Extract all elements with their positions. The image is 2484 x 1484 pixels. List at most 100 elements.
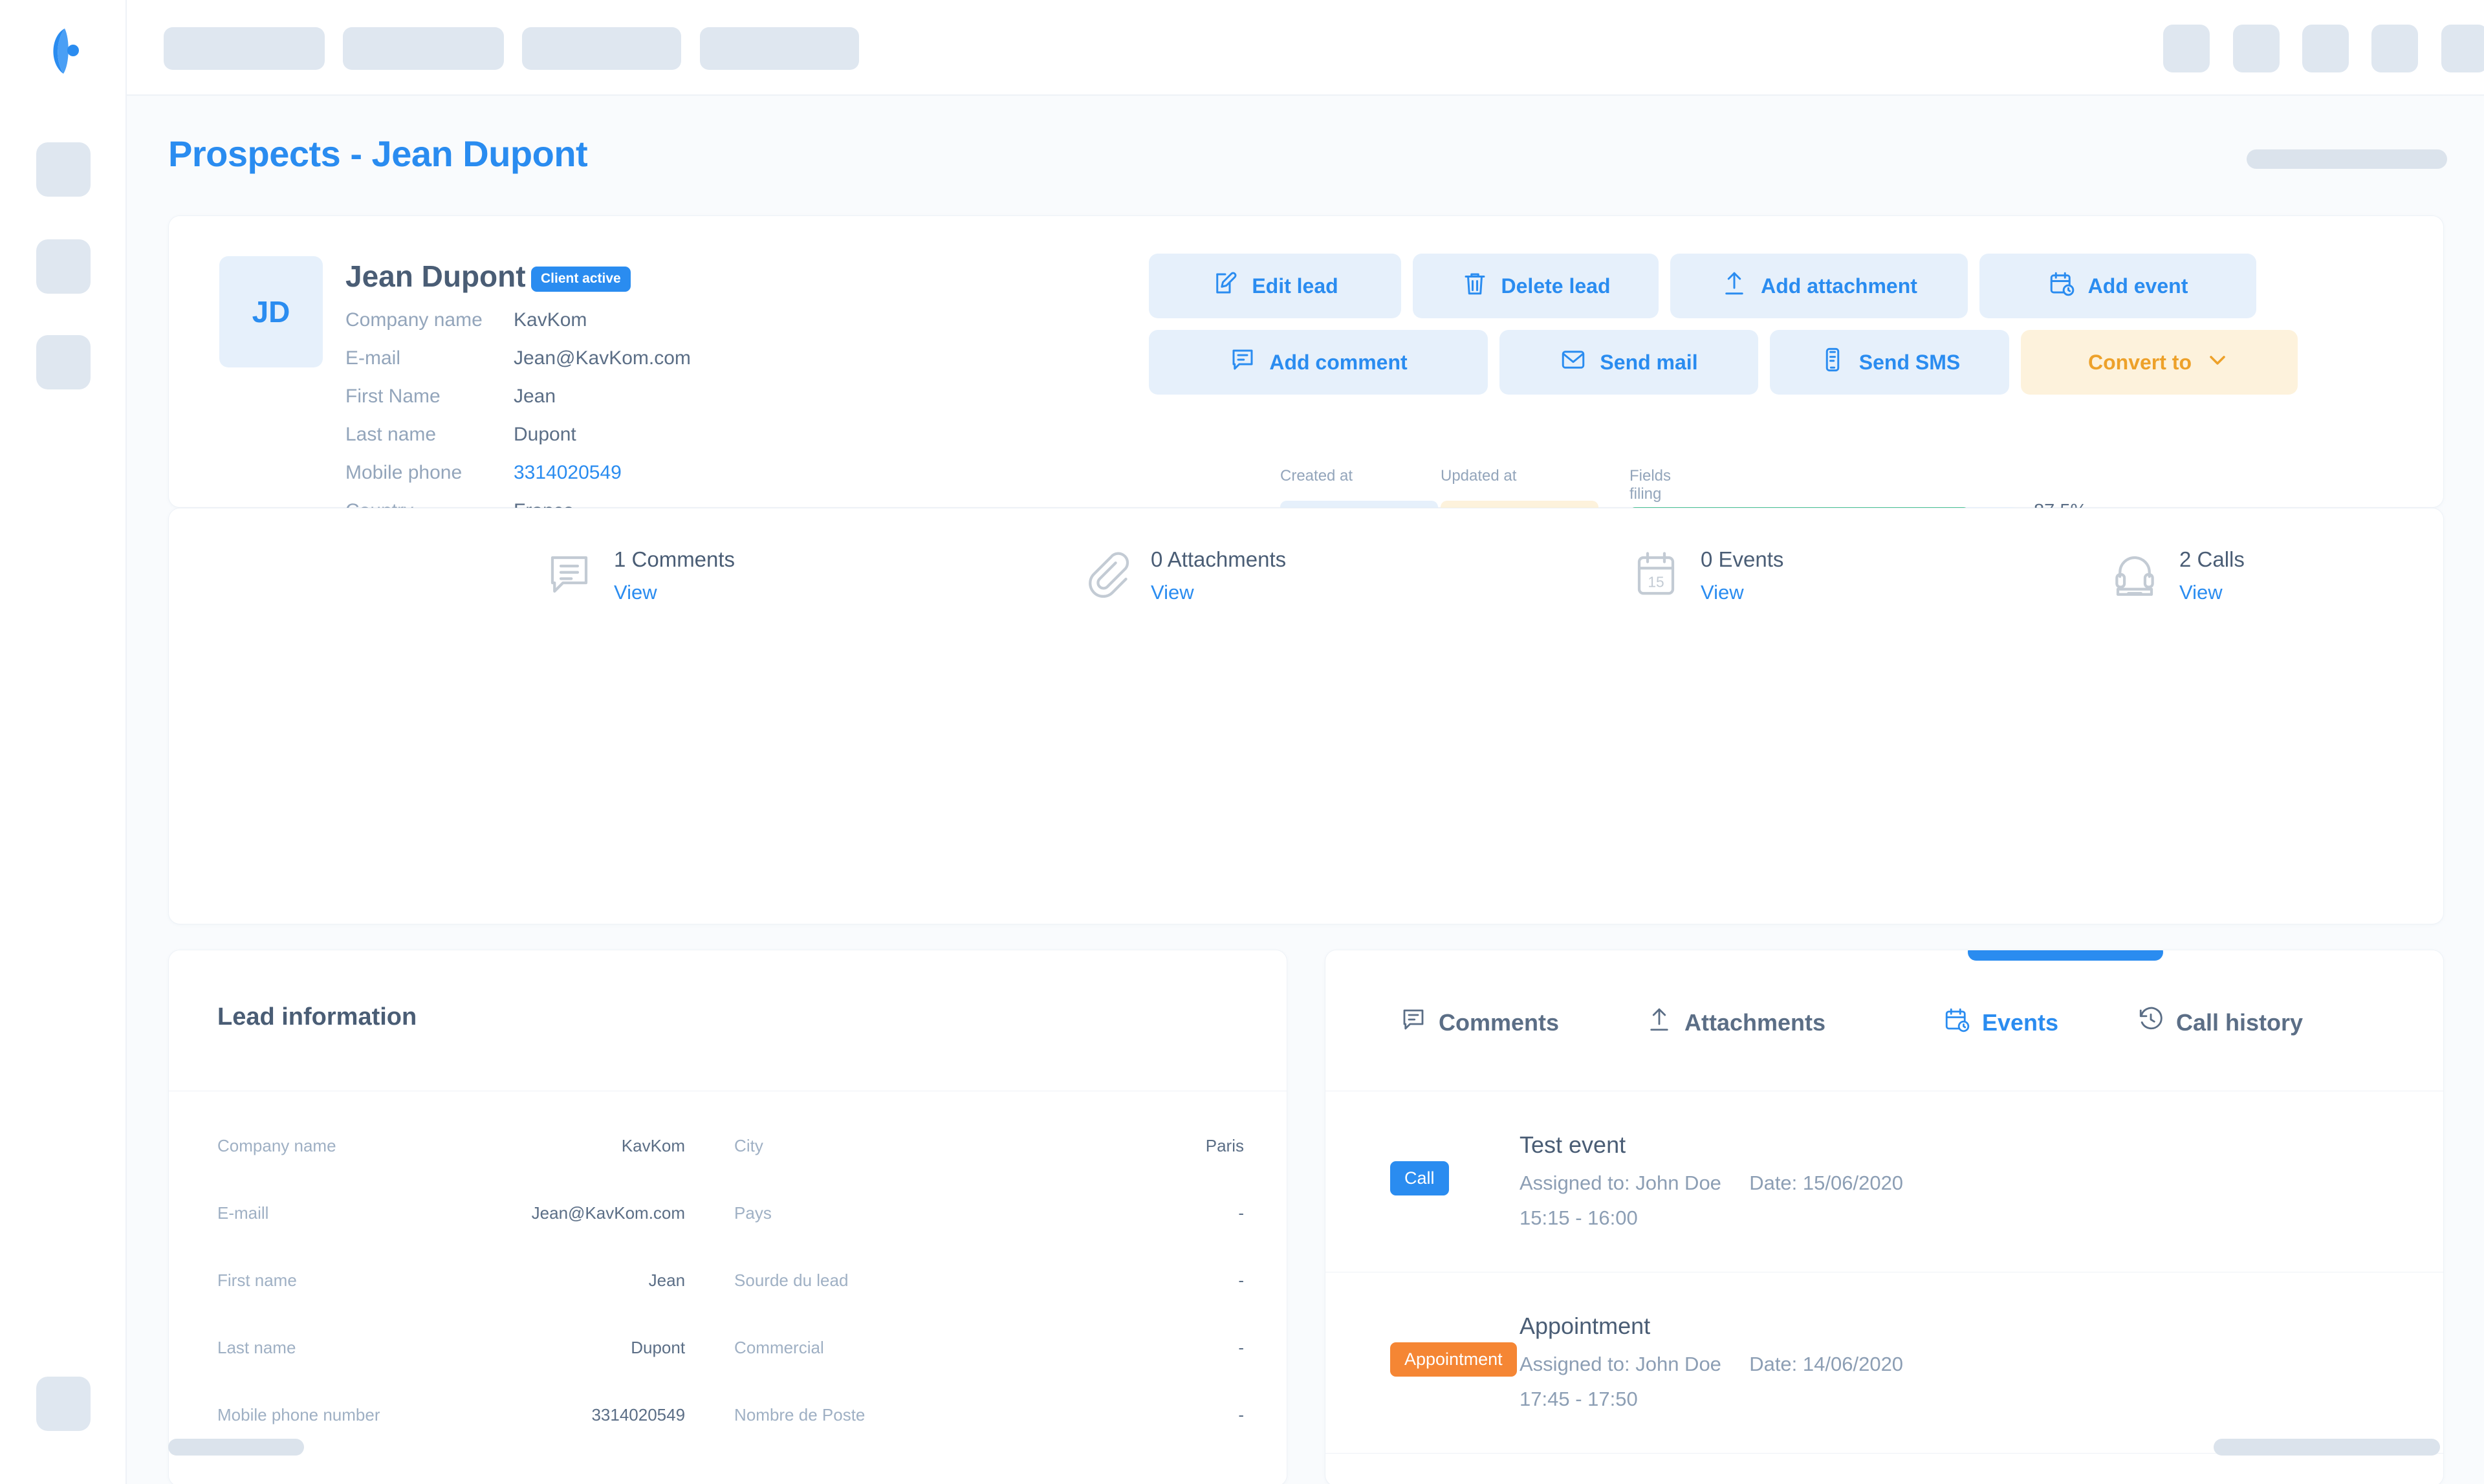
table-row: E-maill Jean@KavKom.com Pays -: [169, 1179, 1287, 1247]
table-row: Last name Dupont Commercial -: [169, 1314, 1287, 1381]
upload-icon: [1721, 270, 1748, 302]
rail-placeholder-1[interactable]: [36, 142, 91, 197]
calendar-icon: 15: [1631, 549, 1681, 603]
stat-comments-count: 1 Comments: [614, 547, 735, 571]
lead-field-row: First Name Jean: [345, 386, 876, 424]
tab-events-label: Events: [1982, 1009, 2059, 1036]
chevron-down-icon: [2205, 347, 2230, 378]
info-value: -: [1238, 1472, 1244, 1484]
nav-placeholder-2[interactable]: [343, 27, 504, 70]
info-value: 3314020549: [591, 1404, 686, 1424]
header-placeholder-bar: [2247, 149, 2447, 169]
lead-field-key: Company name: [345, 309, 483, 331]
comment-icon: [1229, 346, 1256, 378]
fields-filing-group: Fields filing 87,5%: [1629, 467, 2087, 521]
stat-events-view-link[interactable]: View: [1701, 581, 1783, 604]
top-navigation-bar: [127, 0, 2484, 96]
history-icon: [2137, 1006, 2164, 1039]
headset-icon: [2109, 549, 2160, 603]
info-value: -: [1238, 1337, 1244, 1357]
rail-placeholder-2[interactable]: [36, 239, 91, 294]
info-key: Company name: [217, 1135, 336, 1155]
tab-events[interactable]: Events: [1943, 1006, 2058, 1039]
nav-placeholder-4[interactable]: [700, 27, 859, 70]
edit-lead-label: Edit lead: [1252, 274, 1338, 298]
toolbar-placeholder-5[interactable]: [2441, 25, 2484, 72]
event-date: Date: 15/06/2020: [1749, 1172, 1904, 1194]
active-tab-indicator: [1968, 950, 2163, 961]
event-title: Test event: [1520, 1131, 1626, 1158]
send-sms-button[interactable]: Send SMS: [1770, 330, 2009, 395]
avatar: JD: [219, 256, 323, 367]
tab-call-history[interactable]: Call history: [2137, 1006, 2303, 1039]
activity-tabs-header: Comments Attachments Events Call history: [1325, 950, 2443, 1091]
info-value: Jean@KavKom.com: [531, 1203, 686, 1223]
stat-calls-view-link[interactable]: View: [2179, 581, 2245, 604]
lead-field-row: Last name Dupont: [345, 424, 876, 462]
stat-attachments: 0 Attachments View: [1081, 547, 1286, 604]
info-value: Dupont: [631, 1337, 686, 1357]
calendar-plus-icon: [2048, 270, 2075, 302]
lead-field-value: Jean: [514, 386, 556, 407]
info-key: Nombre de Poste: [734, 1404, 866, 1424]
info-value: Paris: [1205, 1135, 1244, 1155]
delete-lead-label: Delete lead: [1501, 274, 1611, 298]
info-value: KavKom: [621, 1135, 686, 1155]
event-date: Date: 14/06/2020: [1749, 1353, 1904, 1375]
list-item[interactable]: Appointment Appointment Assigned to: Joh…: [1325, 1272, 2443, 1454]
stat-events-count: 0 Events: [1701, 547, 1784, 571]
lead-field-key: Mobile phone: [345, 462, 463, 483]
event-assigned-to: Assigned to: John Doe: [1520, 1172, 1721, 1194]
created-at-label: Created at: [1280, 467, 1353, 485]
comment-icon: [544, 549, 594, 603]
nav-placeholder-1[interactable]: [164, 27, 325, 70]
add-comment-button[interactable]: Add comment: [1149, 330, 1488, 395]
lead-summary-card: JD Jean Dupont Client active Company nam…: [168, 215, 2444, 598]
kavkom-logo-icon[interactable]: [36, 23, 91, 78]
updated-at-label: Updated at: [1441, 467, 1517, 485]
toolbar-placeholder-1[interactable]: [2163, 25, 2210, 72]
left-rail: [0, 0, 127, 1484]
stat-comments-view-link[interactable]: View: [614, 581, 735, 604]
sms-icon: [1819, 346, 1846, 378]
convert-to-button[interactable]: Convert to: [2021, 330, 2298, 395]
send-mail-button[interactable]: Send mail: [1499, 330, 1758, 395]
horizontal-scrollbar-left[interactable]: [168, 1439, 304, 1456]
lead-field-key: Last name: [345, 424, 437, 445]
horizontal-scrollbar-right[interactable]: [2214, 1439, 2440, 1456]
delete-lead-button[interactable]: Delete lead: [1413, 254, 1659, 318]
lead-field-row: Mobile phone 3314020549: [345, 462, 876, 500]
stat-attachments-view-link[interactable]: View: [1151, 581, 1286, 604]
tab-attachments[interactable]: Attachments: [1646, 1006, 1825, 1039]
toolbar-placeholder-2[interactable]: [2233, 25, 2280, 72]
stat-comments: 1 Comments View: [544, 547, 735, 604]
add-attachment-button[interactable]: Add attachment: [1670, 254, 1968, 318]
info-value: Jean: [648, 1270, 686, 1290]
trash-icon: [1461, 270, 1488, 302]
add-comment-label: Add comment: [1269, 350, 1408, 374]
tab-comments-label: Comments: [1439, 1009, 1560, 1036]
add-event-button[interactable]: Add event: [1979, 254, 2256, 318]
pencil-icon: [1212, 270, 1239, 302]
svg-text:15: 15: [1648, 573, 1664, 590]
stat-events: 15 0 Events View: [1631, 547, 1783, 604]
toolbar-placeholder-3[interactable]: [2302, 25, 2349, 72]
lead-information-header: Lead information: [169, 950, 1287, 1091]
toolbar-placeholder-4[interactable]: [2371, 25, 2418, 72]
list-item[interactable]: Call Test event Assigned to: John Doe Da…: [1325, 1091, 2443, 1272]
lead-phone-link[interactable]: 3314020549: [514, 462, 622, 484]
rail-placeholder-4[interactable]: [36, 1377, 91, 1431]
fields-filing-label: Fields filing: [1629, 467, 1672, 503]
tab-comments[interactable]: Comments: [1400, 1006, 1559, 1039]
send-mail-label: Send mail: [1600, 350, 1698, 374]
calendar-clock-icon: [1943, 1006, 1970, 1039]
edit-lead-button[interactable]: Edit lead: [1149, 254, 1401, 318]
stat-attachments-count: 0 Attachments: [1151, 547, 1287, 571]
tab-call-history-label: Call history: [2176, 1009, 2304, 1036]
events-list: Call Test event Assigned to: John Doe Da…: [1325, 1091, 2443, 1454]
paperclip-icon: [1081, 549, 1131, 603]
info-value: France: [633, 1472, 686, 1484]
nav-placeholder-3[interactable]: [522, 27, 681, 70]
event-assigned-to: Assigned to: John Doe: [1520, 1353, 1721, 1375]
rail-placeholder-3[interactable]: [36, 335, 91, 389]
